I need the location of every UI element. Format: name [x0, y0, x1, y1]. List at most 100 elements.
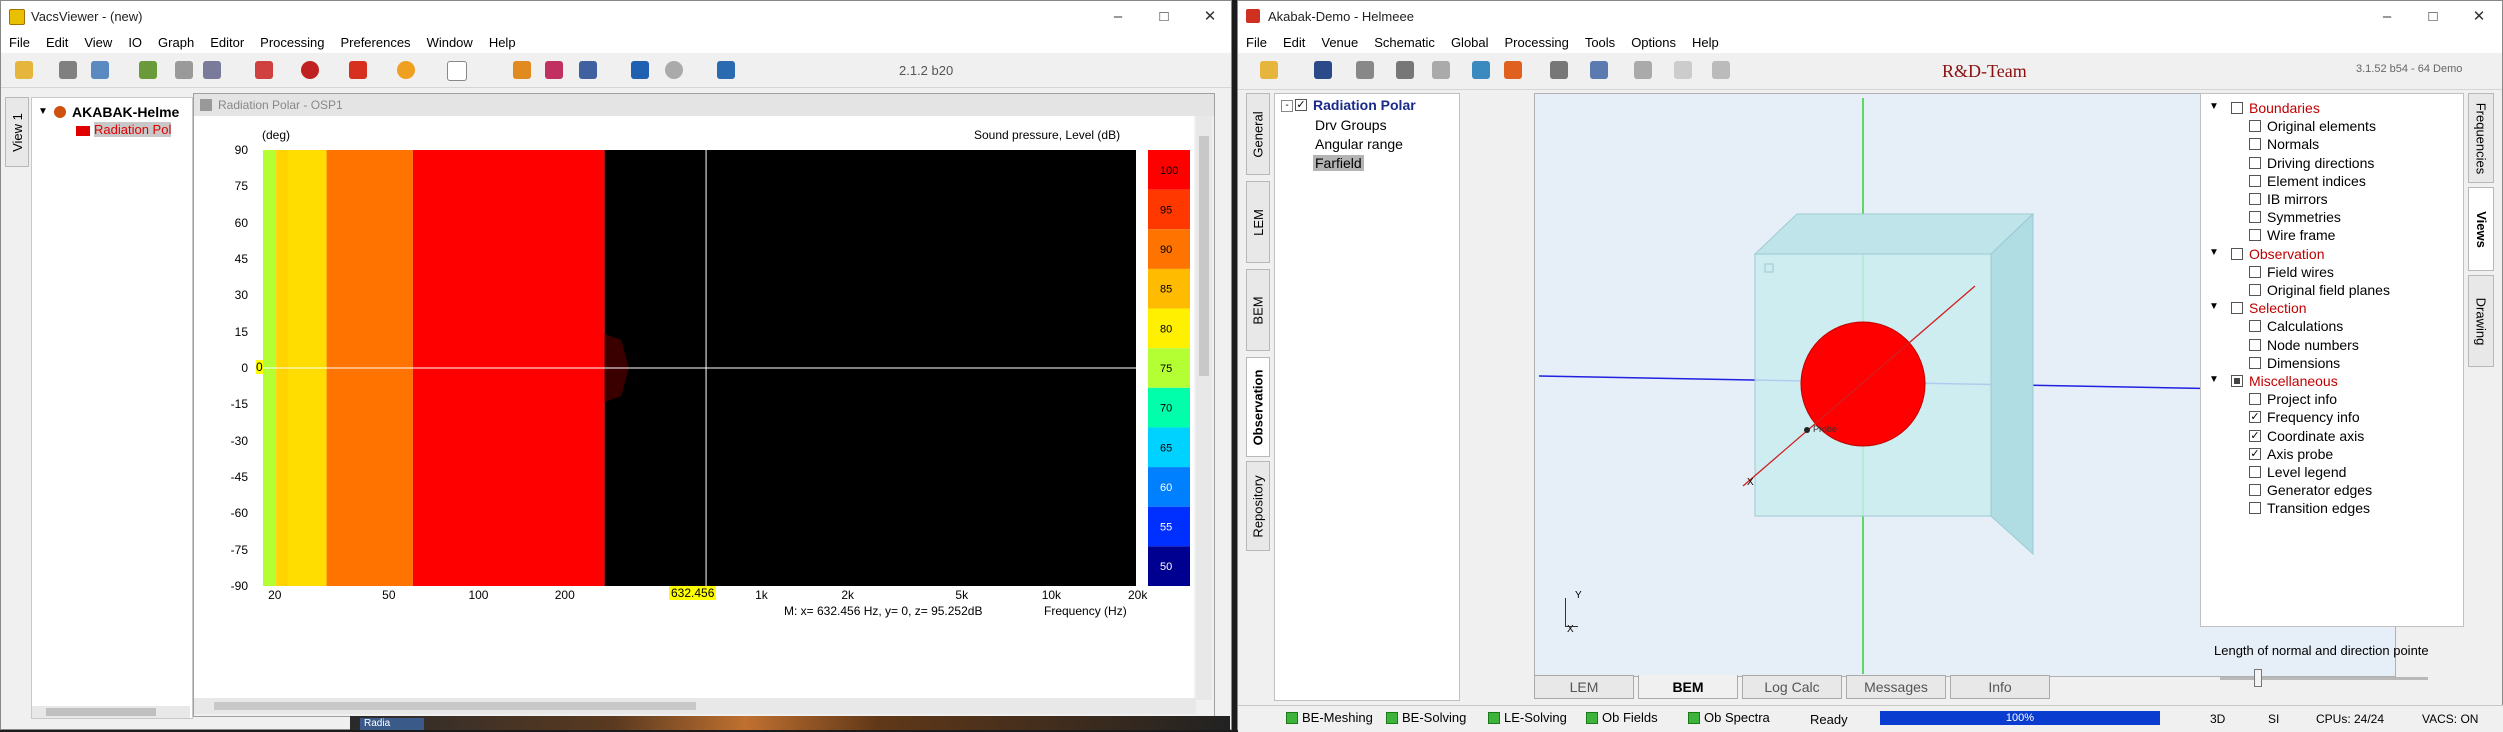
- view-option-selection[interactable]: ▼ Selection: [2201, 300, 2461, 318]
- view-checkbox[interactable]: [2249, 174, 2261, 187]
- menu-io[interactable]: IO: [120, 35, 150, 50]
- tab-drawing[interactable]: Drawing: [2468, 275, 2494, 367]
- bottom-tab-lem[interactable]: LEM: [1534, 675, 1634, 699]
- view-option-driving-directions[interactable]: Driving directions: [2201, 155, 2461, 173]
- color-map-icon[interactable]: [349, 61, 367, 79]
- view-option-generator-edges[interactable]: Generator edges: [2201, 482, 2461, 500]
- solver-icon[interactable]: [1550, 61, 1568, 79]
- view-checkbox[interactable]: [2249, 484, 2261, 497]
- tree-icon[interactable]: [139, 61, 157, 79]
- print-icon[interactable]: [91, 61, 109, 79]
- menu-graph[interactable]: Graph: [150, 35, 202, 50]
- link-icon[interactable]: [1674, 61, 1692, 79]
- akabak-titlebar[interactable]: Akabak-Demo - Helmeee – □ ✕: [1238, 1, 2502, 31]
- view-option-calculations[interactable]: Calculations: [2201, 318, 2461, 336]
- polar-icon[interactable]: [301, 61, 319, 79]
- tree-child-selected[interactable]: Radiation Pol: [94, 122, 172, 137]
- graph-icon[interactable]: [255, 61, 273, 79]
- tree-item-angular-range[interactable]: Angular range: [1315, 136, 1403, 152]
- plot-canvas[interactable]: (deg) Sound pressure, Level (dB) 90 75 60 4…: [194, 116, 1194, 700]
- view-checkbox[interactable]: [2249, 120, 2261, 133]
- plot-hscrollbar[interactable]: [194, 698, 1196, 714]
- menu-help[interactable]: Help: [1684, 35, 1727, 50]
- tab-lem[interactable]: LEM: [1246, 181, 1270, 263]
- save-icon[interactable]: [59, 61, 77, 79]
- paste-icon[interactable]: [203, 61, 221, 79]
- view-checkbox[interactable]: [2249, 320, 2261, 333]
- bottom-tab-bem[interactable]: BEM: [1638, 675, 1738, 699]
- chevron-down-icon[interactable]: ▼: [2209, 247, 2219, 258]
- menu-edit[interactable]: Edit: [38, 35, 76, 50]
- menu-file[interactable]: File: [1, 35, 38, 50]
- menu-tools[interactable]: Tools: [1577, 35, 1623, 50]
- view-option-ib-mirrors[interactable]: IB mirrors: [2201, 191, 2461, 209]
- save-icon[interactable]: [1314, 61, 1332, 79]
- spectrum-icon[interactable]: [1472, 61, 1490, 79]
- tree-collapse-icon[interactable]: -: [1281, 100, 1293, 112]
- bottom-tab-messages[interactable]: Messages: [1846, 675, 1946, 699]
- menu-help[interactable]: Help: [481, 35, 524, 50]
- view-checkbox[interactable]: [2249, 138, 2261, 151]
- palette-icon[interactable]: [397, 61, 415, 79]
- view-checkbox[interactable]: [2249, 502, 2261, 515]
- view-option-axis-probe[interactable]: ✓ Axis probe: [2201, 446, 2461, 464]
- view-checkbox[interactable]: ✓: [2249, 447, 2261, 460]
- view-option-coordinate-axis[interactable]: ✓ Coordinate axis: [2201, 428, 2461, 446]
- maximize-icon[interactable]: □: [1141, 1, 1187, 31]
- tab-frequencies[interactable]: Frequencies: [2468, 93, 2494, 183]
- plot-window-titlebar[interactable]: Radiation Polar - OSP1: [194, 94, 1214, 116]
- tab-bem[interactable]: BEM: [1246, 269, 1270, 351]
- zoom-icon[interactable]: [513, 61, 531, 79]
- menu-processing[interactable]: Processing: [1497, 35, 1577, 50]
- bottom-tab-log-calc[interactable]: Log Calc: [1742, 675, 1842, 699]
- menu-processing[interactable]: Processing: [252, 35, 332, 50]
- view-checkbox[interactable]: ✓: [2249, 411, 2261, 424]
- menu-global[interactable]: Global: [1443, 35, 1497, 50]
- heatmap-plot[interactable]: [263, 150, 1136, 586]
- minimize-icon[interactable]: –: [2364, 1, 2410, 31]
- measure-icon[interactable]: [631, 61, 649, 79]
- open-folder-icon[interactable]: [1260, 61, 1278, 79]
- view-checkbox[interactable]: [2249, 466, 2261, 478]
- view-checkbox[interactable]: [2249, 393, 2261, 406]
- menu-options[interactable]: Options: [1623, 35, 1684, 50]
- menu-preferences[interactable]: Preferences: [332, 35, 418, 50]
- menu-file[interactable]: File: [1238, 35, 1275, 50]
- view-checkbox[interactable]: [2249, 211, 2261, 224]
- view-checkbox[interactable]: [2249, 265, 2261, 278]
- menu-editor[interactable]: Editor: [202, 35, 252, 50]
- minimize-icon[interactable]: –: [1095, 1, 1141, 31]
- menu-venue[interactable]: Venue: [1313, 35, 1366, 50]
- view-checkbox[interactable]: [2231, 247, 2243, 260]
- length-slider-thumb[interactable]: [2254, 669, 2262, 687]
- view-checkbox[interactable]: ✓: [2249, 429, 2261, 442]
- tab-repository[interactable]: Repository: [1246, 461, 1270, 551]
- tab-views[interactable]: Views: [2468, 187, 2494, 271]
- menu-view[interactable]: View: [76, 35, 120, 50]
- exp-icon[interactable]: [1712, 61, 1730, 79]
- tree-item-drv-groups[interactable]: Drv Groups: [1315, 117, 1387, 133]
- menu-schematic[interactable]: Schematic: [1366, 35, 1443, 50]
- view-checkbox[interactable]: [2231, 302, 2243, 315]
- tab-view-1[interactable]: View 1: [5, 97, 29, 167]
- vacs-titlebar[interactable]: VacsViewer - (new) – □ ✕: [1, 1, 1231, 31]
- close-icon[interactable]: ✕: [2456, 1, 2502, 31]
- maximize-icon[interactable]: □: [2410, 1, 2456, 31]
- view-checkbox[interactable]: [2249, 338, 2261, 351]
- bottom-tab-info[interactable]: Info: [1950, 675, 2050, 699]
- close-icon[interactable]: ✕: [1187, 1, 1233, 31]
- view-option-node-numbers[interactable]: Node numbers: [2201, 337, 2461, 355]
- view-option-project-info[interactable]: Project info: [2201, 391, 2461, 409]
- menu-window[interactable]: Window: [419, 35, 481, 50]
- tree-root[interactable]: AKABAK-Helme: [72, 104, 179, 120]
- view-option-field-wires[interactable]: Field wires: [2201, 264, 2461, 282]
- view-option-element-indices[interactable]: Element indices: [2201, 173, 2461, 191]
- tree-root-checkbox[interactable]: ✓: [1295, 99, 1307, 111]
- vacs-icon[interactable]: [1590, 61, 1608, 79]
- view-option-wire-frame[interactable]: Wire frame: [2201, 227, 2461, 245]
- view-option-frequency-info[interactable]: ✓ Frequency info: [2201, 409, 2461, 427]
- tree-root-label[interactable]: Radiation Polar: [1313, 97, 1416, 113]
- view-checkbox[interactable]: [2249, 193, 2261, 205]
- integral-icon[interactable]: [1356, 61, 1374, 79]
- view-option-level-legend[interactable]: Level legend: [2201, 464, 2461, 482]
